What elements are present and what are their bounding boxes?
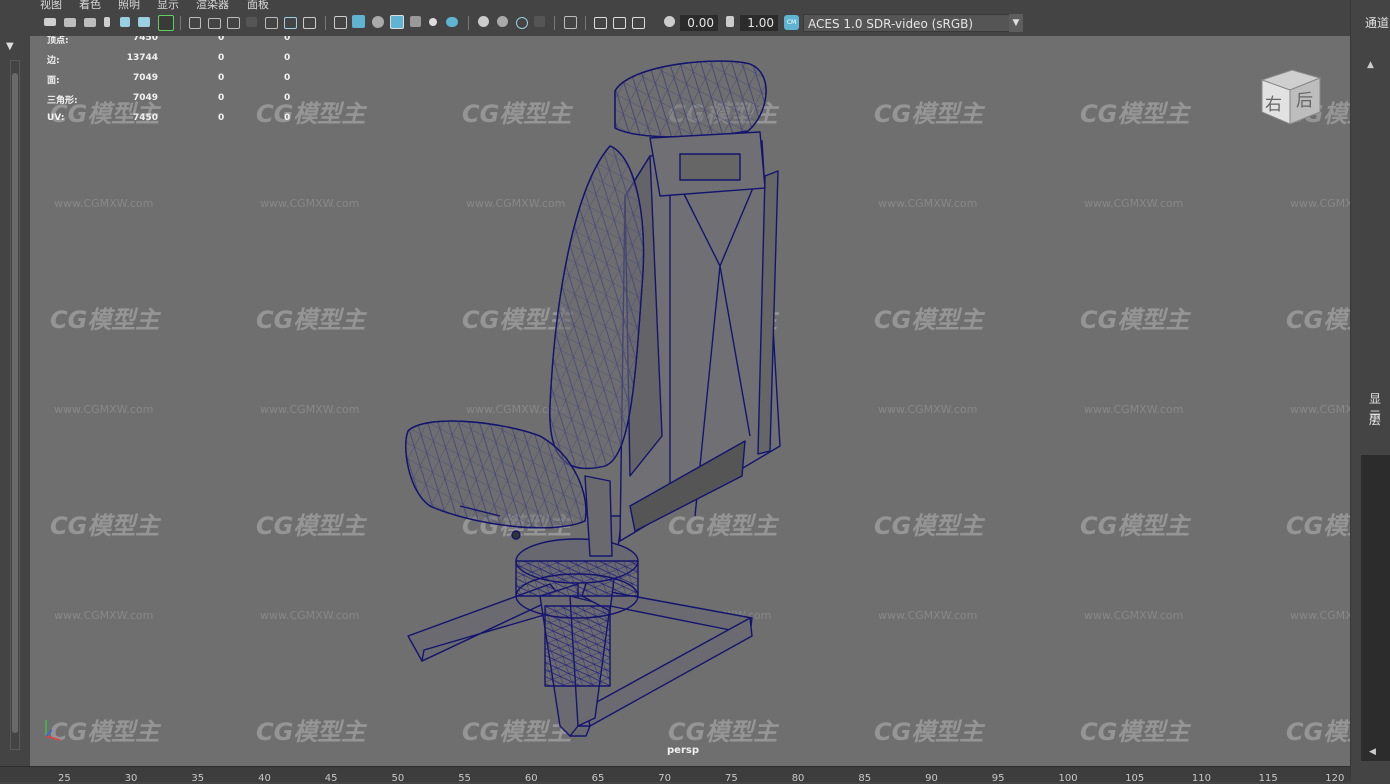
timeline-tick: 35 <box>191 773 205 784</box>
channel-box-panel: 通道 ▲ 显示 层 ◀ <box>1350 0 1390 781</box>
timeline-tick: 25 <box>58 773 71 784</box>
axis-gizmo <box>45 720 61 741</box>
chevron-up-icon[interactable]: ▲ <box>1367 60 1381 74</box>
menu-shading[interactable]: 着色 <box>79 0 101 10</box>
camera-name-label: persp <box>667 745 699 756</box>
default-material-icon[interactable] <box>372 16 384 28</box>
tab-channels[interactable]: 通道 <box>1365 14 1389 31</box>
timeline-tick: 55 <box>458 773 471 784</box>
safe-title-icon[interactable] <box>303 17 316 29</box>
film-gate-icon[interactable] <box>208 18 221 29</box>
field-chart-icon[interactable] <box>265 17 278 29</box>
timeline-tick: 80 <box>791 773 805 784</box>
camera-attributes-icon[interactable] <box>84 18 96 27</box>
wireframe-icon[interactable] <box>334 16 347 29</box>
hud-row-vertices: 顶点: 7450 0 0 <box>47 36 291 46</box>
xray-active-icon[interactable] <box>632 17 645 29</box>
use-all-lights-icon[interactable] <box>429 18 437 26</box>
timeline-tick: 40 <box>258 773 271 784</box>
timeline-tick: 115 <box>1258 773 1278 784</box>
timeline-tick: 75 <box>725 773 738 784</box>
screen-space-ao-icon[interactable] <box>478 16 489 27</box>
dropdown-arrow-icon[interactable]: ▼ <box>6 42 20 52</box>
smooth-shade-icon[interactable] <box>352 15 365 28</box>
layer-editor-list[interactable] <box>1361 455 1390 761</box>
menu-layers[interactable]: 层 <box>1369 411 1381 428</box>
timeline-tick: 90 <box>925 773 938 784</box>
scrollbar-thumb[interactable] <box>12 73 18 733</box>
hud-row-triangles: 三角形: 7049 0 0 <box>47 93 291 106</box>
hud-row-edges: 边: 13744 0 0 <box>47 53 291 66</box>
grease-pencil-icon[interactable] <box>158 15 174 31</box>
chair-wireframe-model[interactable] <box>30 36 1350 766</box>
exposure-field[interactable]: 0.00 <box>680 15 718 31</box>
timeline-tick: 105 <box>1125 773 1145 784</box>
timeline-tick: 110 <box>1191 773 1211 784</box>
chair-back-frame <box>619 140 781 542</box>
timeline-tick: 120 <box>1325 773 1345 784</box>
safe-action-icon[interactable] <box>284 17 297 29</box>
colorspace-select[interactable]: ACES 1.0 SDR-video (sRGB) <box>803 14 1023 32</box>
image-plane-icon[interactable] <box>120 17 130 27</box>
timeline-tick: 65 <box>591 773 605 784</box>
vertical-scrollbar[interactable] <box>10 60 20 750</box>
exposure-icon[interactable] <box>664 16 675 27</box>
view-cube[interactable]: 右 后 <box>1256 66 1322 126</box>
shadows-icon[interactable] <box>446 17 458 27</box>
time-slider[interactable]: 25 30 35 40 45 50 55 60 65 70 75 80 85 90 95 100 105 110 1… <box>0 766 1350 784</box>
timeline-tick: 70 <box>658 773 672 784</box>
left-panel: ▼ <box>0 36 30 766</box>
xray-icon[interactable] <box>594 17 607 29</box>
timeline-tick: 60 <box>524 773 538 784</box>
textured-icon[interactable] <box>410 16 421 27</box>
timeline-tick: 100 <box>1058 773 1078 784</box>
color-management-icon[interactable]: CM <box>784 15 799 30</box>
gate-mask-icon[interactable] <box>246 17 257 27</box>
panel-toolbar: 0.00 1.00 CM ACES 1.0 SDR-video (sRGB) ▼ <box>32 10 1350 36</box>
isolate-select-icon[interactable] <box>564 16 577 29</box>
timeline-tick: 85 <box>858 773 872 784</box>
gamma-field[interactable]: 1.00 <box>740 15 778 31</box>
hud-row-faces: 面: 7049 0 0 <box>47 73 291 86</box>
menu-lighting[interactable]: 照明 <box>118 0 140 10</box>
select-camera-icon[interactable] <box>44 18 56 26</box>
viewcube-right-face[interactable]: 右 <box>1265 90 1282 115</box>
timeline-tick: 45 <box>324 773 338 784</box>
viewport-menu-bar: 视图 着色 照明 显示 渲染器 面板 <box>0 0 1390 10</box>
menu-show[interactable]: 显示 <box>157 0 179 10</box>
chevron-left-icon[interactable]: ◀ <box>1369 747 1376 757</box>
timeline-tick: 30 <box>124 773 138 784</box>
viewcube-back-face[interactable]: 后 <box>1296 86 1313 111</box>
menu-renderer[interactable]: 渲染器 <box>196 0 229 10</box>
perspective-viewport[interactable]: CG模型主CG模型主CG模型主CG模型主CG模型主CG模型主CG模型主CG模型主… <box>30 36 1350 766</box>
menu-panels[interactable]: 面板 <box>247 0 269 10</box>
anti-aliasing-icon[interactable] <box>516 17 528 29</box>
2d-pan-zoom-icon[interactable] <box>138 17 150 27</box>
xray-joints-icon[interactable] <box>613 17 626 29</box>
timeline-tick: 50 <box>391 773 405 784</box>
timeline-tick: 95 <box>991 773 1005 784</box>
grid-icon[interactable] <box>189 17 201 29</box>
hud-row-uvs: UV: 7450 0 0 <box>47 113 291 123</box>
gamma-icon[interactable] <box>726 16 734 27</box>
bookmark-icon[interactable] <box>104 17 110 27</box>
wireframe-on-shaded-icon[interactable] <box>390 15 404 29</box>
depth-of-field-icon[interactable] <box>534 16 545 27</box>
chevron-down-icon[interactable]: ▼ <box>1009 14 1023 32</box>
poly-count-hud: 顶点: 7450 0 0 边: 13744 0 0 面: 7049 0 0 三角形: 7049 0 0 … <box>30 36 330 136</box>
motion-blur-icon[interactable] <box>497 16 508 27</box>
menu-view[interactable]: 视图 <box>40 0 62 10</box>
lock-camera-icon[interactable] <box>64 18 76 27</box>
resolution-gate-icon[interactable] <box>227 17 240 29</box>
